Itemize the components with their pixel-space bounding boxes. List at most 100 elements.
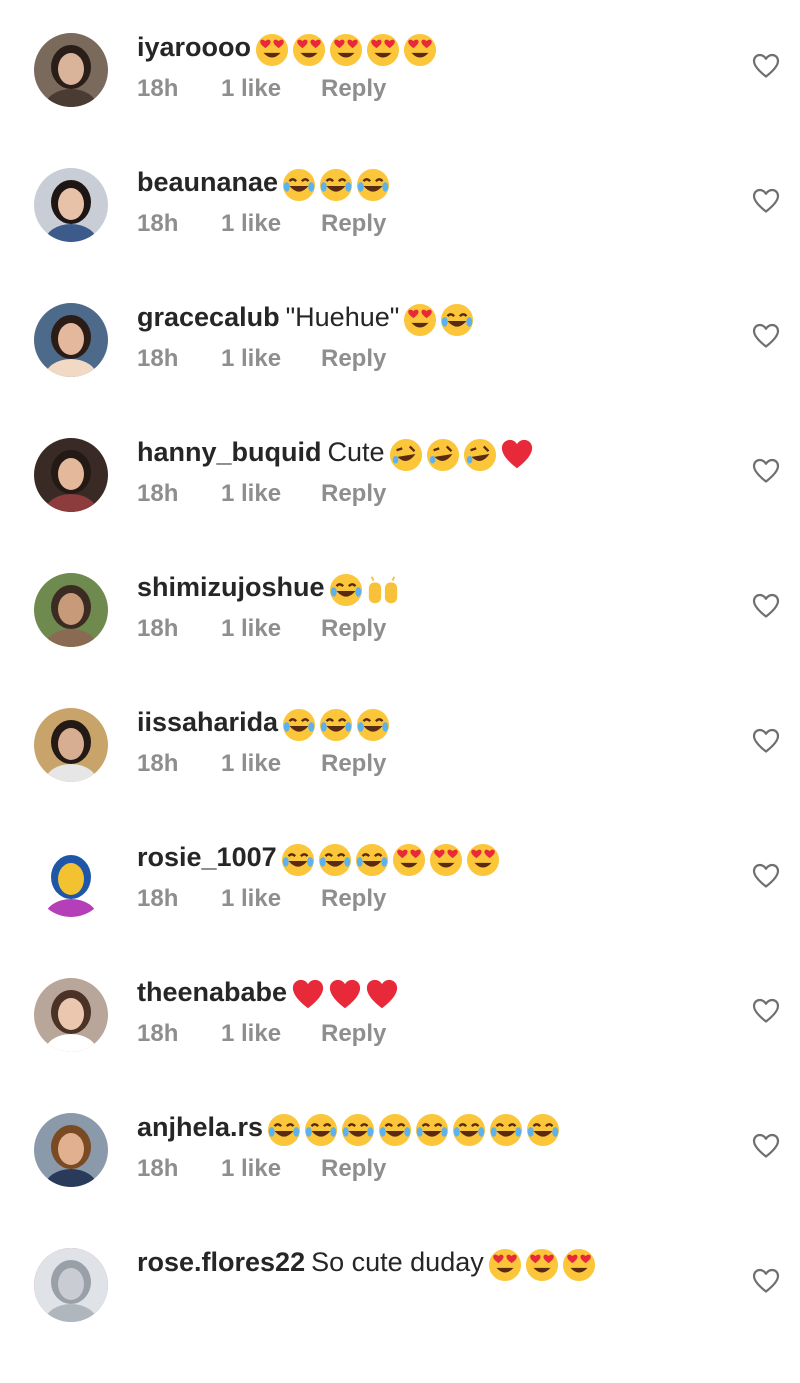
reply-button[interactable]: Reply	[321, 75, 386, 103]
joy-emoji	[319, 708, 353, 742]
comment-meta: 18h 1 like Reply	[137, 1020, 386, 1048]
like-heart-icon[interactable]	[752, 998, 780, 1024]
heart-eyes-emoji	[329, 33, 363, 67]
comment-body: hanny_buquid Cute	[137, 434, 537, 472]
joy-emoji	[282, 708, 316, 742]
comment-emojis	[488, 1245, 599, 1282]
avatar[interactable]	[34, 303, 108, 377]
joy-emoji	[319, 168, 353, 202]
joy-emoji	[281, 843, 315, 877]
comment-body: beaunanae	[137, 164, 393, 202]
comment-meta: 18h 1 like Reply	[137, 345, 386, 373]
joy-emoji	[356, 708, 390, 742]
rofl-emoji	[463, 438, 497, 472]
red-heart-emoji	[500, 438, 534, 472]
comment-like-count[interactable]: 1 like	[221, 480, 321, 508]
joy-emoji	[415, 1113, 449, 1147]
comment-meta: 18h 1 like Reply	[137, 1155, 386, 1183]
comment-body: rose.flores22 So cute duday	[137, 1244, 599, 1282]
joy-emoji	[282, 168, 316, 202]
comment-like-count[interactable]: 1 like	[221, 1155, 321, 1183]
comment-username[interactable]: gracecalub	[137, 302, 280, 332]
avatar[interactable]	[34, 708, 108, 782]
comment-like-count[interactable]: 1 like	[221, 750, 321, 778]
comment-item: anjhela.rs 18h 1 like Reply	[0, 1112, 800, 1248]
heart-eyes-emoji	[429, 843, 463, 877]
joy-emoji	[378, 1113, 412, 1147]
raised-hands-emoji	[366, 573, 400, 607]
joy-emoji	[356, 168, 390, 202]
heart-eyes-emoji	[292, 33, 326, 67]
comment-timestamp: 18h	[137, 1020, 179, 1047]
avatar[interactable]	[34, 1113, 108, 1187]
like-heart-icon[interactable]	[752, 53, 780, 79]
comment-username[interactable]: beaunanae	[137, 167, 278, 197]
comment-like-count[interactable]: 1 like	[221, 885, 321, 913]
comment-item: hanny_buquid Cute 18h 1 like Reply	[0, 437, 800, 573]
comment-like-count[interactable]: 1 like	[221, 210, 321, 238]
avatar[interactable]	[34, 168, 108, 242]
comment-username[interactable]: hanny_buquid	[137, 437, 322, 467]
avatar[interactable]	[34, 573, 108, 647]
comment-item: iissaharida 18h 1 like Reply	[0, 705, 800, 843]
comment-timestamp: 18h	[137, 345, 179, 372]
rofl-emoji	[426, 438, 460, 472]
comment-emojis	[403, 300, 477, 337]
reply-button[interactable]: Reply	[321, 750, 386, 778]
like-heart-icon[interactable]	[752, 728, 780, 754]
reply-button[interactable]: Reply	[321, 1155, 386, 1183]
reply-button[interactable]: Reply	[321, 210, 386, 238]
comment-username[interactable]: shimizujoshue	[137, 572, 325, 602]
avatar[interactable]	[34, 978, 108, 1052]
heart-eyes-emoji	[392, 843, 426, 877]
heart-eyes-emoji	[403, 303, 437, 337]
comment-text: "Huehue"	[285, 302, 400, 332]
avatar[interactable]	[34, 438, 108, 512]
comment-emojis	[267, 1110, 563, 1147]
comment-item: gracecalub "Huehue" 18h 1 like Reply	[0, 300, 800, 438]
comment-meta: 18h 1 like Reply	[137, 210, 386, 238]
comment-username[interactable]: anjhela.rs	[137, 1112, 263, 1142]
comment-username[interactable]: rose.flores22	[137, 1247, 305, 1277]
like-heart-icon[interactable]	[752, 593, 780, 619]
comment-emojis	[282, 705, 393, 742]
like-heart-icon[interactable]	[752, 188, 780, 214]
comment-body: iyaroooo	[137, 29, 440, 67]
joy-emoji	[440, 303, 474, 337]
comment-username[interactable]: rosie_1007	[137, 842, 277, 872]
avatar[interactable]	[34, 33, 108, 107]
comment-username[interactable]: iissaharida	[137, 707, 278, 737]
comment-username[interactable]: theenababe	[137, 977, 287, 1007]
comment-emojis	[389, 435, 537, 472]
red-heart-emoji	[328, 978, 362, 1012]
reply-button[interactable]: Reply	[321, 345, 386, 373]
joy-emoji	[267, 1113, 301, 1147]
like-heart-icon[interactable]	[752, 1133, 780, 1159]
comment-text: So cute duday	[311, 1247, 484, 1277]
comment-body: theenababe	[137, 974, 402, 1010]
reply-button[interactable]: Reply	[321, 480, 386, 508]
reply-button[interactable]: Reply	[321, 615, 386, 643]
like-heart-icon[interactable]	[752, 458, 780, 484]
comment-timestamp: 18h	[137, 750, 179, 777]
like-heart-icon[interactable]	[752, 323, 780, 349]
comment-like-count[interactable]: 1 like	[221, 345, 321, 373]
comment-body: rosie_1007	[137, 839, 503, 877]
comment-username[interactable]: iyaroooo	[137, 32, 251, 62]
reply-button[interactable]: Reply	[321, 1020, 386, 1048]
avatar[interactable]	[34, 1248, 108, 1322]
reply-button[interactable]: Reply	[321, 885, 386, 913]
like-heart-icon[interactable]	[752, 863, 780, 889]
comment-timestamp: 18h	[137, 75, 179, 102]
comment-like-count[interactable]: 1 like	[221, 75, 321, 103]
heart-eyes-emoji	[562, 1248, 596, 1282]
avatar[interactable]	[34, 843, 108, 917]
comment-body: anjhela.rs	[137, 1109, 563, 1147]
comment-item: beaunanae 18h 1 like Reply	[0, 167, 800, 303]
comment-like-count[interactable]: 1 like	[221, 615, 321, 643]
joy-emoji	[304, 1113, 338, 1147]
comment-like-count[interactable]: 1 like	[221, 1020, 321, 1048]
comment-timestamp: 18h	[137, 615, 179, 642]
joy-emoji	[452, 1113, 486, 1147]
like-heart-icon[interactable]	[752, 1268, 780, 1294]
